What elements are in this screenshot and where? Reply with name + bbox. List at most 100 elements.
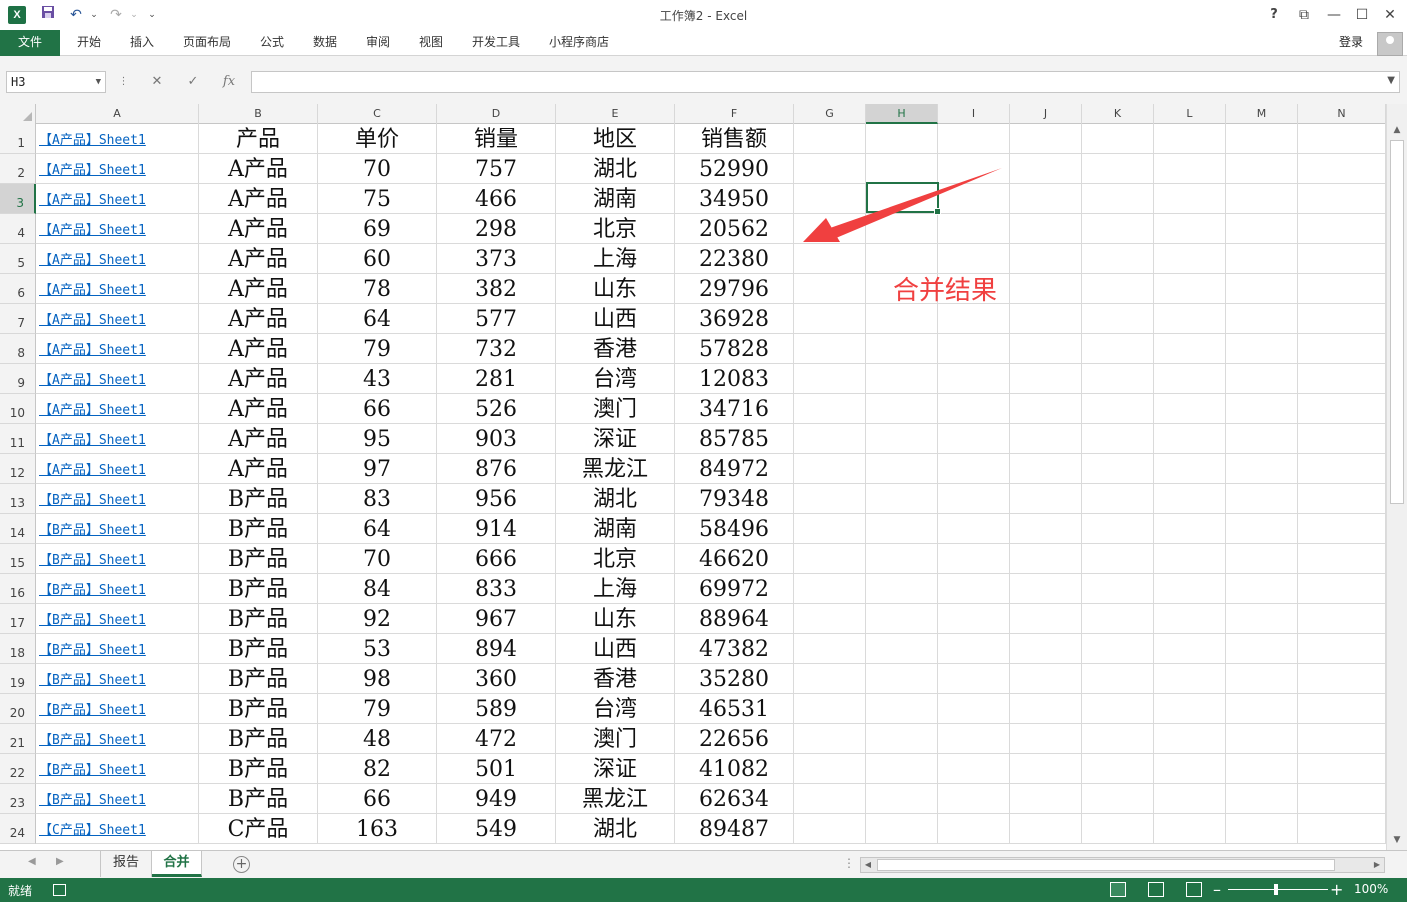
empty-cell[interactable] xyxy=(866,304,938,334)
select-all-button[interactable] xyxy=(0,104,36,124)
empty-cell[interactable] xyxy=(866,424,938,454)
empty-cell[interactable] xyxy=(866,214,938,244)
empty-cell[interactable] xyxy=(866,514,938,544)
row-header[interactable]: 24 xyxy=(0,814,36,844)
empty-cell[interactable] xyxy=(1298,214,1386,244)
empty-cell[interactable] xyxy=(1226,484,1298,514)
cell-c[interactable]: 53 xyxy=(318,634,437,664)
empty-cell[interactable] xyxy=(794,574,866,604)
empty-cell[interactable] xyxy=(1010,454,1082,484)
cell-e[interactable]: 台湾 xyxy=(556,364,675,394)
empty-cell[interactable] xyxy=(866,814,938,844)
cell-e[interactable]: 湖北 xyxy=(556,154,675,184)
cell-e[interactable]: 香港 xyxy=(556,664,675,694)
zoom-slider-thumb[interactable] xyxy=(1274,884,1278,895)
cell-e[interactable]: 台湾 xyxy=(556,694,675,724)
cell-d[interactable]: 833 xyxy=(437,574,556,604)
cell-c[interactable]: 60 xyxy=(318,244,437,274)
empty-cell[interactable] xyxy=(1154,274,1226,304)
cell-e[interactable]: 澳门 xyxy=(556,724,675,754)
empty-cell[interactable] xyxy=(1154,784,1226,814)
hyperlink-cell[interactable]: 【B产品】Sheet1 xyxy=(36,484,199,514)
empty-cell[interactable] xyxy=(866,724,938,754)
cell-f[interactable]: 58496 xyxy=(675,514,794,544)
empty-cell[interactable] xyxy=(866,454,938,484)
tab-insert[interactable]: 插入 xyxy=(123,30,161,56)
cell-e[interactable]: 湖南 xyxy=(556,514,675,544)
cell-f[interactable]: 41082 xyxy=(675,754,794,784)
cell-d[interactable]: 销量 xyxy=(437,124,556,154)
hyperlink-cell[interactable]: 【B产品】Sheet1 xyxy=(36,754,199,784)
column-header-d[interactable]: D xyxy=(437,104,556,124)
column-header-k[interactable]: K xyxy=(1082,104,1154,124)
empty-cell[interactable] xyxy=(938,304,1010,334)
empty-cell[interactable] xyxy=(1154,424,1226,454)
empty-cell[interactable] xyxy=(866,664,938,694)
empty-cell[interactable] xyxy=(1154,214,1226,244)
cell-b[interactable]: B产品 xyxy=(199,604,318,634)
empty-cell[interactable] xyxy=(1154,184,1226,214)
empty-cell[interactable] xyxy=(1226,274,1298,304)
empty-cell[interactable] xyxy=(1154,514,1226,544)
cell-f[interactable]: 35280 xyxy=(675,664,794,694)
empty-cell[interactable] xyxy=(1226,784,1298,814)
cell-d[interactable]: 914 xyxy=(437,514,556,544)
cell-d[interactable]: 666 xyxy=(437,544,556,574)
empty-cell[interactable] xyxy=(794,334,866,364)
cell-c[interactable]: 78 xyxy=(318,274,437,304)
empty-cell[interactable] xyxy=(866,394,938,424)
empty-cell[interactable] xyxy=(1298,634,1386,664)
empty-cell[interactable] xyxy=(1298,274,1386,304)
empty-cell[interactable] xyxy=(794,274,866,304)
horizontal-scrollbar[interactable]: ◀ ▶ xyxy=(860,857,1385,873)
row-header[interactable]: 10 xyxy=(0,394,36,424)
empty-cell[interactable] xyxy=(1226,124,1298,154)
empty-cell[interactable] xyxy=(866,784,938,814)
empty-cell[interactable] xyxy=(1010,394,1082,424)
row-header[interactable]: 7 xyxy=(0,304,36,334)
cell-d[interactable]: 967 xyxy=(437,604,556,634)
cell-c[interactable]: 69 xyxy=(318,214,437,244)
cancel-icon[interactable]: ✕ xyxy=(146,71,168,93)
sheet-tab-merge[interactable]: 合并 xyxy=(152,851,202,877)
cell-c[interactable]: 单价 xyxy=(318,124,437,154)
column-header-a[interactable]: A xyxy=(36,104,199,124)
row-header[interactable]: 14 xyxy=(0,514,36,544)
cell-b[interactable]: B产品 xyxy=(199,544,318,574)
empty-cell[interactable] xyxy=(1226,574,1298,604)
empty-cell[interactable] xyxy=(1010,694,1082,724)
tab-file[interactable]: 文件 xyxy=(0,30,60,56)
cell-c[interactable]: 66 xyxy=(318,394,437,424)
empty-cell[interactable] xyxy=(866,574,938,604)
cell-b[interactable]: A产品 xyxy=(199,214,318,244)
cell-b[interactable]: A产品 xyxy=(199,244,318,274)
customize-toolbar-icon[interactable]: ⌄ xyxy=(140,4,164,26)
empty-cell[interactable] xyxy=(794,424,866,454)
empty-cell[interactable] xyxy=(1010,334,1082,364)
cell-c[interactable]: 92 xyxy=(318,604,437,634)
empty-cell[interactable] xyxy=(938,334,1010,364)
empty-cell[interactable] xyxy=(1226,694,1298,724)
cell-e[interactable]: 山西 xyxy=(556,634,675,664)
cell-b[interactable]: A产品 xyxy=(199,184,318,214)
empty-cell[interactable] xyxy=(1082,124,1154,154)
cell-d[interactable]: 589 xyxy=(437,694,556,724)
cell-c[interactable]: 95 xyxy=(318,424,437,454)
empty-cell[interactable] xyxy=(866,544,938,574)
empty-cell[interactable] xyxy=(1082,244,1154,274)
empty-cell[interactable] xyxy=(1226,514,1298,544)
cell-d[interactable]: 382 xyxy=(437,274,556,304)
empty-cell[interactable] xyxy=(1154,814,1226,844)
hyperlink-cell[interactable]: 【A产品】Sheet1 xyxy=(36,334,199,364)
empty-cell[interactable] xyxy=(866,124,938,154)
empty-cell[interactable] xyxy=(1298,124,1386,154)
cell-c[interactable]: 84 xyxy=(318,574,437,604)
empty-cell[interactable] xyxy=(1082,574,1154,604)
empty-cell[interactable] xyxy=(794,604,866,634)
hyperlink-cell[interactable]: 【A产品】Sheet1 xyxy=(36,124,199,154)
empty-cell[interactable] xyxy=(1298,544,1386,574)
empty-cell[interactable] xyxy=(1154,124,1226,154)
empty-cell[interactable] xyxy=(1298,574,1386,604)
empty-cell[interactable] xyxy=(938,184,1010,214)
empty-cell[interactable] xyxy=(1154,304,1226,334)
